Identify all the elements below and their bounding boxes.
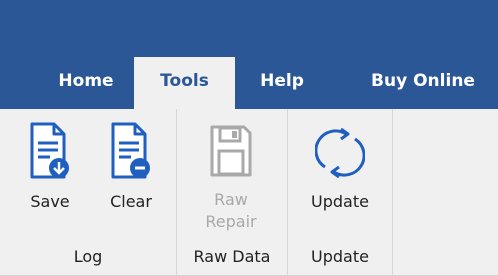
save-button[interactable]: Save (18, 121, 82, 213)
raw-repair-label-line1: Raw (214, 190, 248, 209)
update-button[interactable]: Update (298, 121, 382, 213)
group-separator (392, 109, 393, 276)
clear-button-label: Clear (110, 192, 152, 211)
group-label-raw-data: Raw Data (193, 247, 271, 266)
clear-button[interactable]: Clear (95, 121, 167, 213)
tab-buy-online[interactable]: Buy Online (356, 57, 490, 109)
group-separator (176, 109, 177, 276)
tab-tools[interactable]: Tools (134, 57, 235, 109)
raw-repair-label-line2: Repair (205, 212, 257, 231)
tab-help[interactable]: Help (246, 57, 318, 109)
save-button-label: Save (30, 192, 70, 211)
group-label-log: Log (73, 247, 103, 266)
document-clear-icon (111, 122, 150, 179)
group-label-update: Update (311, 247, 369, 266)
refresh-icon (315, 127, 365, 179)
ribbon: Save Clear Log Raw Repair Raw Data Updat… (0, 109, 498, 276)
document-save-icon (30, 122, 69, 179)
tab-home[interactable]: Home (44, 57, 128, 109)
update-button-label: Update (311, 192, 369, 211)
title-bar: Home Tools Help Buy Online (0, 0, 498, 109)
raw-repair-button[interactable]: Raw Repair (192, 121, 270, 233)
floppy-disk-icon (210, 125, 252, 177)
